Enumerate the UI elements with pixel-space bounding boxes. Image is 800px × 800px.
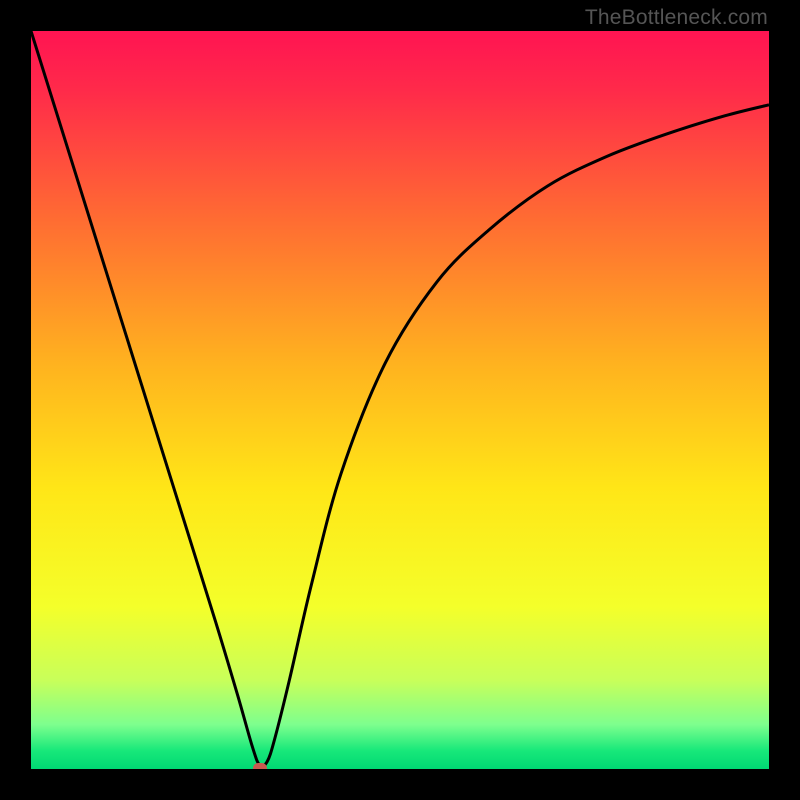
watermark-text: TheBottleneck.com <box>585 6 768 30</box>
chart-frame: TheBottleneck.com <box>0 0 800 800</box>
curve-line <box>31 31 769 766</box>
plot-area <box>31 31 769 769</box>
optimal-point-marker <box>253 763 267 769</box>
bottleneck-curve <box>31 31 769 769</box>
